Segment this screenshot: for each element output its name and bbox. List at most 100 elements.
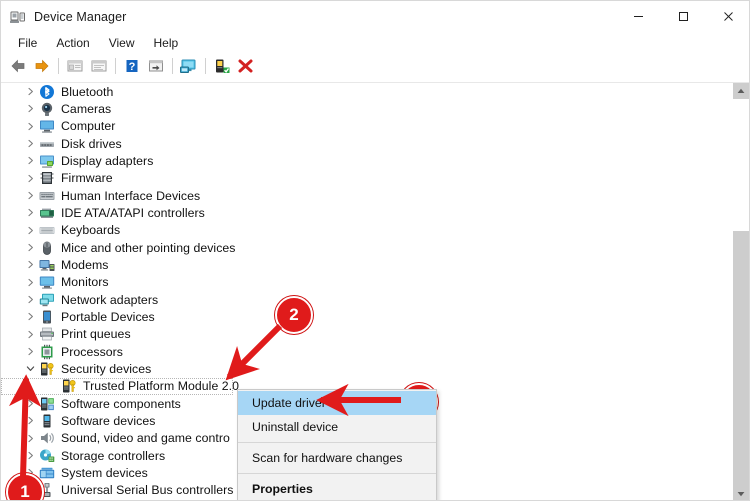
- chevron-right-icon[interactable]: [23, 137, 37, 151]
- tpm-icon: [61, 378, 77, 394]
- tree-item-modems[interactable]: Modems: [1, 256, 717, 273]
- tree-item-ide-ata-atapi-controllers[interactable]: IDE ATA/ATAPI controllers: [1, 204, 717, 221]
- device-manager-window: Device Manager File Action View Help ? B…: [0, 0, 750, 501]
- title-bar: Device Manager: [1, 1, 749, 32]
- tree-item-portable-devices[interactable]: Portable Devices: [1, 308, 717, 325]
- computer-icon: [39, 118, 55, 134]
- chevron-down-icon[interactable]: [23, 362, 37, 376]
- context-menu[interactable]: Update driver Uninstall device Scan for …: [237, 389, 437, 500]
- tree-item-display-adapters[interactable]: Display adapters: [1, 152, 717, 169]
- tree-item-label: Print queues: [61, 327, 131, 342]
- toolbar: ?: [1, 53, 749, 78]
- chevron-right-icon[interactable]: [23, 327, 37, 341]
- software-device-icon: [39, 413, 55, 429]
- sound-device-icon: [39, 430, 55, 446]
- chevron-right-icon[interactable]: [23, 293, 37, 307]
- minimize-button[interactable]: [616, 1, 661, 32]
- tree-item-processors[interactable]: Processors: [1, 343, 717, 360]
- tree-item-cameras[interactable]: Cameras: [1, 100, 717, 117]
- hid-icon: [39, 188, 55, 204]
- chevron-right-icon[interactable]: [23, 397, 37, 411]
- maximize-button[interactable]: [661, 1, 706, 32]
- context-menu-item-uninstall-device[interactable]: Uninstall device: [238, 415, 436, 439]
- vertical-scrollbar[interactable]: [733, 83, 749, 500]
- scan-for-hardware-changes-icon[interactable]: [177, 55, 201, 77]
- printer-icon: [39, 326, 55, 342]
- chevron-right-icon[interactable]: [23, 449, 37, 463]
- chevron-right-icon[interactable]: [23, 102, 37, 116]
- context-menu-item-properties[interactable]: Properties: [238, 477, 436, 500]
- tree-item-label: Universal Serial Bus controllers: [61, 483, 234, 498]
- chevron-right-icon[interactable]: [23, 85, 37, 99]
- chevron-right-icon[interactable]: [23, 275, 37, 289]
- tree-item-label: Human Interface Devices: [61, 188, 201, 203]
- tree-item-mice-and-other-pointing-devices[interactable]: Mice and other pointing devices: [1, 239, 717, 256]
- tree-item-label: System devices: [61, 465, 148, 480]
- tree-item-label: Storage controllers: [61, 448, 166, 463]
- tree-item-security-devices[interactable]: Security devices: [1, 360, 717, 377]
- tree-item-disk-drives[interactable]: Disk drives: [1, 135, 717, 152]
- tree-item-label: Software components: [61, 396, 181, 411]
- chevron-right-icon[interactable]: [23, 310, 37, 324]
- update-driver-icon[interactable]: [144, 55, 168, 77]
- tree-item-trusted-platform-module-2-0[interactable]: Trusted Platform Module 2.0: [1, 377, 240, 395]
- tree-item-network-adapters[interactable]: Network adapters: [1, 291, 717, 308]
- uninstall-device-icon[interactable]: [234, 55, 258, 77]
- close-button[interactable]: [706, 1, 749, 32]
- tree-item-computer[interactable]: Computer: [1, 118, 717, 135]
- tree-item-firmware[interactable]: Firmware: [1, 170, 717, 187]
- chevron-right-icon[interactable]: [23, 414, 37, 428]
- security-device-icon: [39, 361, 55, 377]
- tree-item-label: Firmware: [61, 171, 113, 186]
- tree-item-label: Software devices: [61, 413, 156, 428]
- tree-item-label: Network adapters: [61, 292, 159, 307]
- bluetooth-icon: [39, 84, 55, 100]
- tree-item-bluetooth[interactable]: Bluetooth: [1, 83, 717, 100]
- annotation-badge-2: 2: [275, 296, 313, 334]
- tree-item-label: Trusted Platform Module 2.0: [83, 379, 240, 394]
- forward-icon[interactable]: [30, 55, 54, 77]
- context-menu-separator: [238, 442, 436, 443]
- tree-item-label: Display adapters: [61, 153, 154, 168]
- chevron-right-icon[interactable]: [23, 119, 37, 133]
- menu-item-action[interactable]: Action: [47, 34, 98, 52]
- scroll-thumb[interactable]: [733, 99, 749, 231]
- display-adapter-icon: [39, 153, 55, 169]
- tree-item-label: Portable Devices: [61, 309, 155, 324]
- chevron-right-icon[interactable]: [23, 189, 37, 203]
- chevron-right-icon[interactable]: [23, 171, 37, 185]
- chevron-right-icon[interactable]: [23, 241, 37, 255]
- chevron-right-icon[interactable]: [23, 431, 37, 445]
- menu-item-file[interactable]: File: [9, 34, 46, 52]
- menu-bar: File Action View Help: [1, 32, 749, 53]
- tree-item-keyboards[interactable]: Keyboards: [1, 222, 717, 239]
- scroll-down-icon[interactable]: [733, 486, 749, 500]
- context-menu-item-update-driver[interactable]: Update driver: [238, 391, 436, 415]
- menu-item-view[interactable]: View: [100, 34, 144, 52]
- chevron-right-icon[interactable]: [23, 223, 37, 237]
- show-hide-console-tree-icon[interactable]: [63, 55, 87, 77]
- ide-controller-icon: [39, 205, 55, 221]
- tree-item-print-queues[interactable]: Print queues: [1, 326, 717, 343]
- svg-text:?: ?: [129, 60, 136, 72]
- storage-controller-icon: [39, 448, 55, 464]
- context-menu-separator: [238, 473, 436, 474]
- enable-device-icon[interactable]: [210, 55, 234, 77]
- firmware-icon: [39, 170, 55, 186]
- window-title: Device Manager: [34, 9, 127, 24]
- help-icon[interactable]: ?: [120, 55, 144, 77]
- chevron-right-icon[interactable]: [23, 154, 37, 168]
- menu-item-help[interactable]: Help: [145, 34, 188, 52]
- back-icon[interactable]: [6, 55, 30, 77]
- toolbar-separator: [115, 57, 116, 74]
- chevron-right-icon[interactable]: [23, 345, 37, 359]
- tree-item-monitors[interactable]: Monitors: [1, 274, 717, 291]
- properties-icon[interactable]: [87, 55, 111, 77]
- tree-item-human-interface-devices[interactable]: Human Interface Devices: [1, 187, 717, 204]
- chevron-right-icon[interactable]: [23, 206, 37, 220]
- context-menu-item-scan-for-hardware-changes[interactable]: Scan for hardware changes: [238, 446, 436, 470]
- monitor-icon: [39, 274, 55, 290]
- chevron-right-icon[interactable]: [23, 258, 37, 272]
- scroll-up-icon[interactable]: [733, 83, 749, 99]
